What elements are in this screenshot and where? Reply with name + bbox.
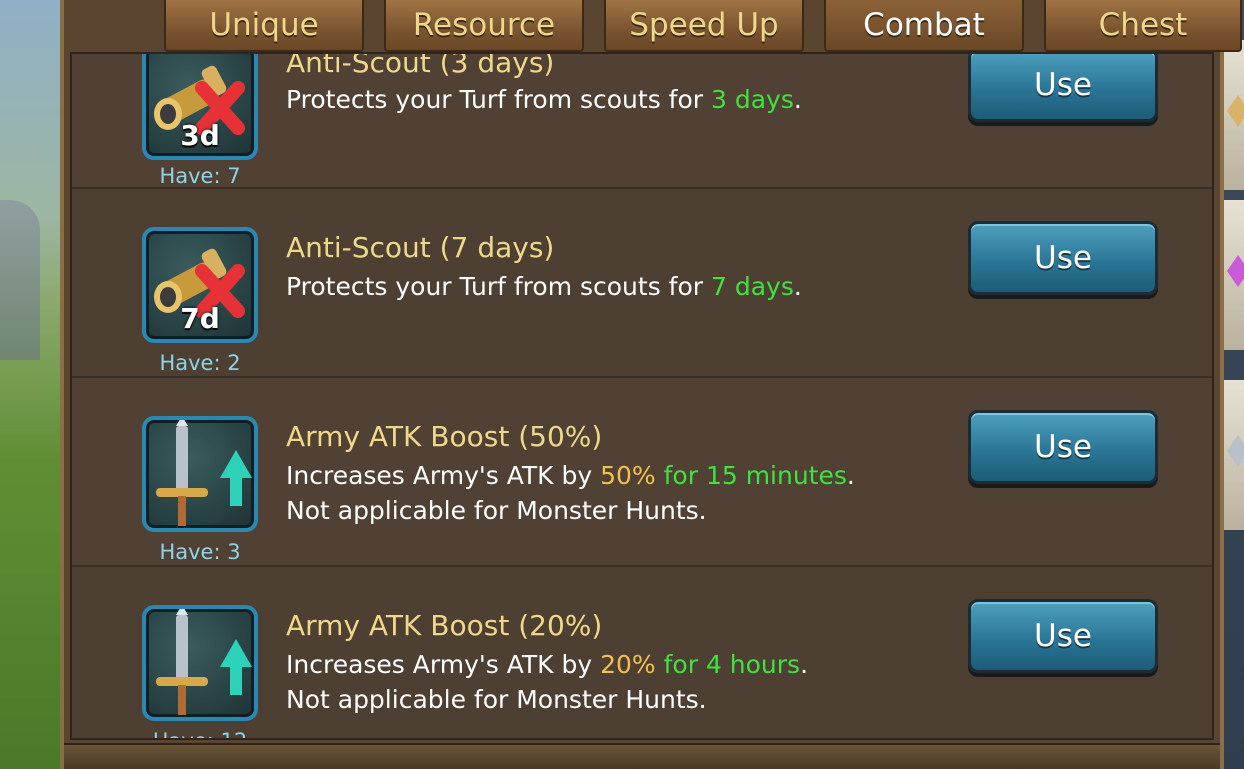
desc-duration: for 15 minutes: [655, 461, 847, 490]
tab-unique[interactable]: Unique: [164, 0, 364, 52]
telescope-blocked-icon: 3d: [142, 54, 258, 160]
tab-combat[interactable]: Combat: [824, 0, 1024, 52]
list-item: Have: 3 Army ATK Boost (50%) Increases A…: [72, 378, 1212, 567]
tab-chest[interactable]: Chest: [1044, 0, 1242, 52]
desc-suffix: .: [793, 272, 802, 301]
gem-icon: [1227, 95, 1244, 127]
item-title: Anti-Scout (3 days): [286, 52, 555, 79]
item-list[interactable]: 3d Have: 7 Anti-Scout (3 days) Protects …: [70, 52, 1214, 740]
item-title: Army ATK Boost (50%): [286, 420, 603, 453]
item-description: Increases Army's ATK by 20% for 4 hours.…: [286, 647, 808, 717]
gem-icon: [1227, 255, 1244, 287]
desc-text: Protects your Turf from scouts for: [286, 272, 711, 301]
use-button[interactable]: Use: [968, 54, 1158, 122]
item-description: Increases Army's ATK by 50% for 15 minut…: [286, 458, 855, 528]
desc-suffix: .: [800, 650, 809, 679]
desc-text: Protects your Turf from scouts for: [286, 85, 711, 114]
use-button[interactable]: Use: [968, 221, 1158, 295]
item-count: Have: 2: [159, 351, 241, 375]
desc-highlight: 3 days: [711, 85, 794, 114]
sword-up-arrow-icon: [142, 605, 258, 721]
category-tabs: Unique Resource Speed Up Combat Chest: [164, 0, 1242, 52]
telescope-blocked-icon: 7d: [142, 227, 258, 343]
desc-note: Not applicable for Monster Hunts.: [286, 496, 707, 525]
duration-badge: 3d: [180, 119, 220, 152]
list-item: Have: 12 Army ATK Boost (20%) Increases …: [72, 567, 1212, 738]
desc-suffix: .: [846, 461, 855, 490]
desc-highlight: 7 days: [711, 272, 794, 301]
sword-up-arrow-icon: [142, 416, 258, 532]
item-count: Have: 12: [132, 729, 268, 738]
item-count: Have: 3: [159, 540, 241, 564]
desc-text: Increases Army's ATK by: [286, 650, 601, 679]
list-item: 3d Have: 7 Anti-Scout (3 days) Protects …: [72, 52, 1212, 189]
desc-duration: for 4 hours: [655, 650, 801, 679]
item-title: Anti-Scout (7 days): [286, 231, 555, 264]
panel-frame-bottom: [64, 743, 1220, 769]
desc-suffix: .: [793, 85, 802, 114]
duration-badge: 7d: [180, 302, 220, 335]
gem-icon: [1227, 435, 1244, 467]
background-cliff: [0, 200, 40, 360]
desc-note: Not applicable for Monster Hunts.: [286, 685, 707, 714]
list-item: 7d Have: 2 Anti-Scout (7 days) Protects …: [72, 189, 1212, 378]
item-description: Protects your Turf from scouts for 3 day…: [286, 82, 802, 117]
tab-resource[interactable]: Resource: [384, 0, 584, 52]
item-title: Army ATK Boost (20%): [286, 609, 603, 642]
desc-percent: 20%: [600, 650, 656, 679]
item-count: Have: 7: [159, 164, 241, 188]
items-panel: Unique Resource Speed Up Combat Chest 3d…: [60, 0, 1242, 769]
tab-speed-up[interactable]: Speed Up: [604, 0, 804, 52]
use-button[interactable]: Use: [968, 410, 1158, 484]
desc-percent: 50%: [600, 461, 656, 490]
item-description: Protects your Turf from scouts for 7 day…: [286, 269, 802, 304]
desc-text: Increases Army's ATK by: [286, 461, 601, 490]
use-button[interactable]: Use: [968, 599, 1158, 673]
